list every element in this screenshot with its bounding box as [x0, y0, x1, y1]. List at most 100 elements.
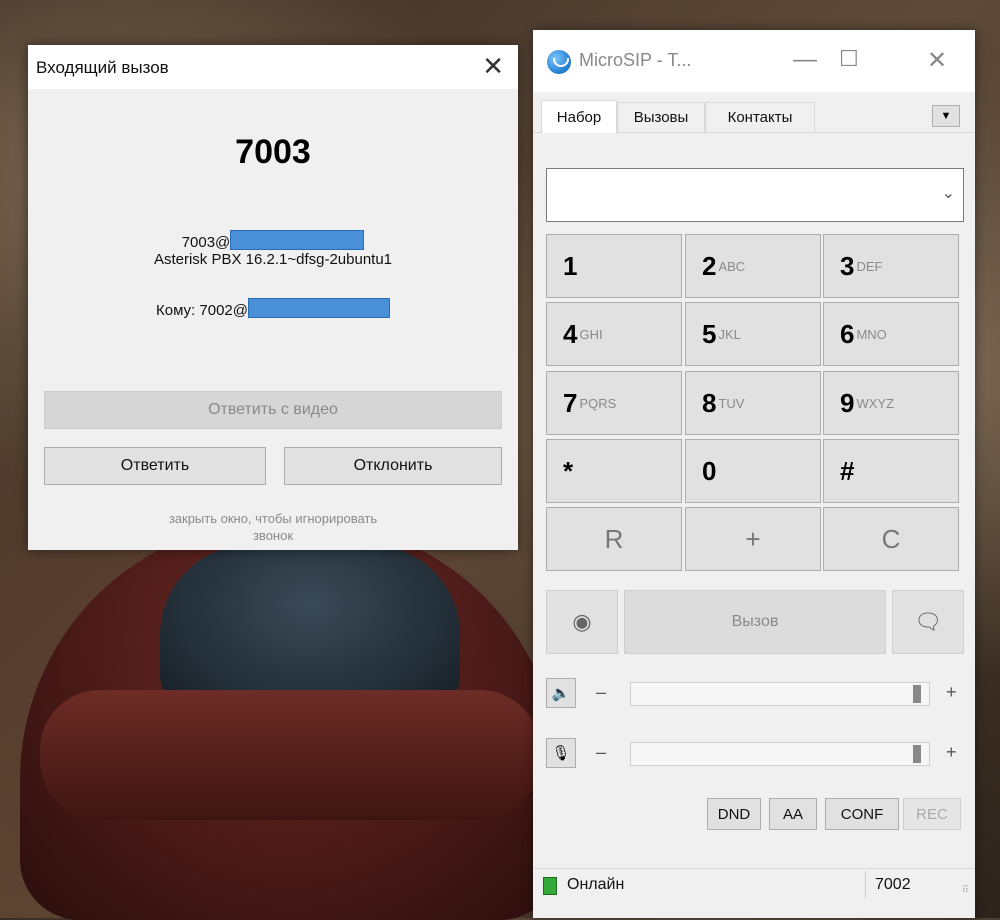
keypad-key-0[interactable]: 0	[685, 439, 821, 503]
status-divider	[865, 871, 866, 899]
keypad-digit: 8	[702, 387, 717, 418]
tab-contacts[interactable]: Контакты	[705, 102, 815, 132]
chevron-down-icon[interactable]: ⌄	[942, 183, 955, 203]
tab-calls[interactable]: Вызовы	[617, 102, 705, 132]
video-call-button[interactable]: ◉	[546, 590, 618, 654]
keypad-letters: ABC	[718, 258, 746, 274]
mic-volume-plus: +	[946, 742, 957, 762]
speaker-volume-plus: +	[946, 682, 957, 702]
keypad-key-plus[interactable]: +	[685, 507, 821, 571]
keypad-digit: 3	[840, 250, 855, 281]
keypad-digit: 0	[702, 455, 717, 486]
keypad-key-9[interactable]: 9 WXYZ	[823, 371, 959, 435]
chat-icon: 🗨	[914, 609, 942, 634]
dialog-titlebar: Входящий вызов ✕	[28, 45, 518, 89]
background-chair-arm	[40, 690, 540, 820]
microsip-window: MicroSIP - T... — ☐ ✕ Набор Вызовы Конта…	[533, 30, 975, 918]
answer-video-button[interactable]: Ответить с видео	[44, 391, 502, 429]
keypad-digit: 1	[563, 250, 578, 281]
keypad-key-1[interactable]: 1	[546, 234, 682, 298]
caller-number: 7003	[235, 133, 311, 171]
mic-volume-slider[interactable]	[630, 742, 930, 766]
keypad-digit: 6	[840, 318, 855, 349]
keypad-key-r[interactable]: R	[546, 507, 682, 571]
speaker-volume-slider[interactable]	[630, 682, 930, 706]
dialog-title: Входящий вызов	[36, 58, 169, 77]
resize-grip-icon[interactable]: ⠿	[962, 885, 969, 896]
keypad-digit: 2	[702, 250, 717, 281]
redacted-domain	[230, 230, 365, 250]
incoming-call-dialog: Входящий вызов ✕ 7003 7003@ Asterisk PBX…	[28, 45, 518, 550]
speaker-icon: 🔈	[551, 685, 571, 702]
window-title: MicroSIP - T...	[579, 50, 692, 70]
microsip-logo-icon	[547, 50, 571, 74]
mic-volume-row: 🎙 – +	[546, 738, 966, 770]
number-input-field[interactable]: ⌄	[546, 168, 964, 222]
keypad-letters: WXYZ	[856, 395, 895, 411]
tab-dial[interactable]: Набор	[541, 100, 617, 133]
keypad-key-8[interactable]: 8 TUV	[685, 371, 821, 435]
webcam-icon: ◉	[572, 609, 592, 634]
caller-uri: 7003@	[28, 230, 518, 251]
mic-volume-minus: –	[596, 742, 607, 762]
redacted-domain	[248, 298, 390, 318]
menu-dropdown-button[interactable]: ▼	[932, 105, 960, 127]
keypad-digit: 4	[563, 318, 578, 349]
call-button[interactable]: Вызов	[624, 590, 886, 654]
caller-uri-text: 7003@	[181, 234, 231, 251]
keypad-digit: *	[563, 455, 574, 486]
online-status-icon	[543, 877, 557, 895]
keypad-letters: PQRS	[579, 395, 617, 411]
keypad-key-3[interactable]: 3 DEF	[823, 234, 959, 298]
close-icon[interactable]: ✕	[482, 51, 504, 81]
tab-bar: Набор Вызовы Контакты	[533, 100, 975, 133]
keypad-digit: 9	[840, 387, 855, 418]
keypad-key-5[interactable]: 5 JKL	[685, 302, 821, 366]
speaker-volume-row: 🔈 – +	[546, 678, 966, 710]
keypad-digit: 7	[563, 387, 578, 418]
keypad-digit: +	[745, 523, 761, 554]
speaker-volume-minus: –	[596, 682, 607, 702]
keypad-letters: JKL	[718, 326, 741, 342]
keypad-letters: MNO	[856, 326, 887, 342]
conference-button[interactable]: CONF	[825, 798, 899, 830]
keypad-digit: 5	[702, 318, 717, 349]
ignore-hint: закрыть окно, чтобы игнорировать звонок	[28, 510, 518, 544]
mic-mute-button[interactable]: 🎙	[546, 738, 576, 768]
microphone-icon: 🎙	[551, 745, 571, 762]
keypad-key-star[interactable]: *	[546, 439, 682, 503]
keypad-letters: GHI	[579, 326, 603, 342]
window-titlebar: MicroSIP - T... — ☐ ✕	[533, 30, 975, 92]
callee-uri: Кому: 7002@	[28, 298, 518, 319]
keypad-digit: #	[840, 455, 855, 486]
minimize-icon[interactable]: —	[793, 46, 817, 74]
number-input[interactable]	[553, 169, 917, 221]
keypad-digit: R	[604, 523, 624, 554]
callee-uri-text: Кому: 7002@	[156, 302, 248, 319]
keypad-key-hash[interactable]: #	[823, 439, 959, 503]
account-number: 7002	[875, 876, 911, 893]
maximize-icon[interactable]: ☐	[839, 46, 859, 72]
message-button[interactable]: 🗨	[892, 590, 964, 654]
status-bar: Онлайн 7002 ⠿	[533, 868, 975, 901]
keypad-key-c[interactable]: C	[823, 507, 959, 571]
status-text[interactable]: Онлайн	[567, 876, 624, 894]
keypad-key-2[interactable]: 2 ABC	[685, 234, 821, 298]
auto-answer-button[interactable]: AA	[769, 798, 817, 830]
keypad-digit: C	[881, 523, 901, 554]
answer-button[interactable]: Ответить	[44, 447, 266, 485]
user-agent: Asterisk PBX 16.2.1~dfsg-2ubuntu1	[153, 251, 393, 268]
keypad-key-7[interactable]: 7 PQRS	[546, 371, 682, 435]
keypad-key-6[interactable]: 6 MNO	[823, 302, 959, 366]
dnd-button[interactable]: DND	[707, 798, 761, 830]
close-icon[interactable]: ✕	[927, 46, 947, 75]
keypad-key-4[interactable]: 4 GHI	[546, 302, 682, 366]
mic-volume-thumb[interactable]	[913, 745, 921, 763]
keypad-letters: DEF	[856, 258, 883, 274]
record-button[interactable]: REC	[903, 798, 961, 830]
speaker-volume-thumb[interactable]	[913, 685, 921, 703]
speaker-mute-button[interactable]: 🔈	[546, 678, 576, 708]
reject-button[interactable]: Отклонить	[284, 447, 502, 485]
ignore-hint-line: звонок	[252, 528, 294, 543]
ignore-hint-line: закрыть окно, чтобы игнорировать	[168, 511, 378, 526]
